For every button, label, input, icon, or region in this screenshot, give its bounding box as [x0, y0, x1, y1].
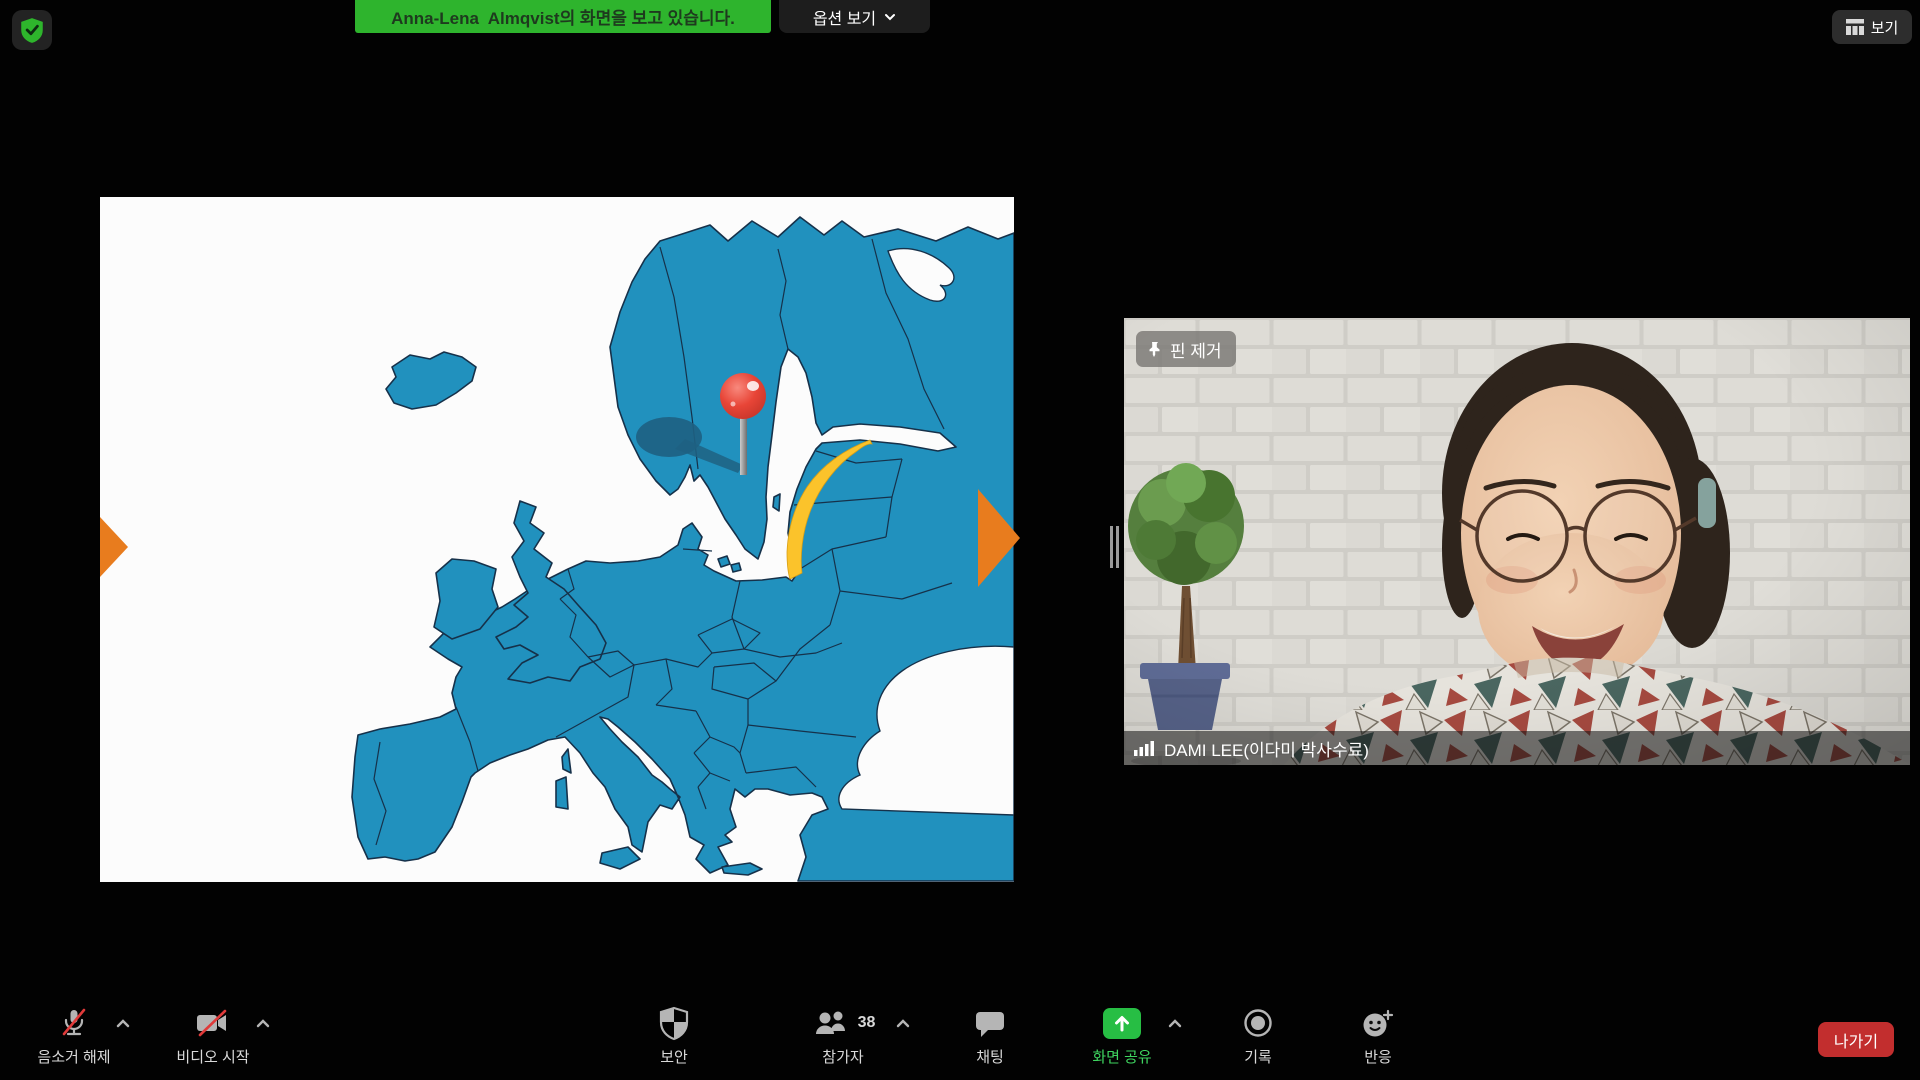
record-label: 기록	[1244, 1046, 1272, 1067]
chat-button[interactable]: 채팅	[930, 1002, 1050, 1074]
mute-options-caret-icon[interactable]	[116, 1018, 130, 1028]
start-video-button[interactable]: 비디오 시작	[148, 1002, 278, 1074]
start-video-label: 비디오 시작	[176, 1046, 249, 1067]
security-button[interactable]: 보안	[614, 1002, 734, 1074]
remove-pin-label: 핀 제거	[1170, 337, 1222, 362]
share-screen-label: 화면 공유	[1092, 1046, 1151, 1067]
panel-resize-handle[interactable]	[1110, 526, 1120, 568]
chat-label: 채팅	[976, 1046, 1004, 1067]
shield-check-icon	[18, 16, 46, 44]
microphone-muted-icon	[56, 1005, 92, 1041]
share-screen-icon	[1103, 1008, 1141, 1039]
screen-share-banner-text: Anna-Lena Almqvist의 화면을 보고 있습니다.	[391, 4, 735, 29]
leave-meeting-label: 나가기	[1834, 1028, 1878, 1052]
remove-pin-badge[interactable]: 핀 제거	[1136, 331, 1236, 367]
slide-next-arrow-icon	[978, 489, 1020, 587]
participants-label: 참가자	[822, 1046, 863, 1067]
gallery-grid-icon	[1846, 19, 1864, 35]
participants-caret-icon[interactable]	[896, 1018, 910, 1028]
participant-name-bar: DAMI LEE(이다미 박사수료)	[1124, 731, 1910, 765]
view-options-button[interactable]: 옵션 보기	[779, 0, 930, 33]
signal-strength-icon	[1134, 740, 1156, 756]
view-options-label: 옵션 보기	[813, 5, 876, 29]
view-layout-label: 보기	[1871, 17, 1899, 38]
video-options-caret-icon[interactable]	[256, 1018, 270, 1028]
pinned-participant-video[interactable]: 핀 제거 DAMI LEE(이다미 박사수료)	[1124, 318, 1910, 765]
mute-button[interactable]: 음소거 해제	[10, 1002, 138, 1074]
video-vignette	[1124, 318, 1910, 765]
screen-share-banner: Anna-Lena Almqvist의 화면을 보고 있습니다.	[355, 0, 771, 33]
mute-label: 음소거 해제	[37, 1046, 110, 1067]
reactions-button[interactable]: 반응	[1318, 1002, 1438, 1074]
participants-button[interactable]: 38 참가자	[768, 1002, 918, 1074]
participants-icon	[811, 1007, 851, 1039]
shared-screen-slide	[100, 197, 1014, 882]
camera-off-icon	[193, 1005, 233, 1041]
reactions-label: 반응	[1364, 1046, 1392, 1067]
leave-meeting-button[interactable]: 나가기	[1818, 1022, 1894, 1057]
chat-bubble-icon	[973, 1007, 1007, 1039]
record-icon	[1241, 1006, 1275, 1040]
reactions-smiley-icon	[1360, 1006, 1396, 1040]
view-layout-button[interactable]: 보기	[1832, 10, 1912, 44]
share-screen-button[interactable]: 화면 공유	[1054, 1002, 1190, 1074]
participant-video-content	[1124, 318, 1910, 765]
security-shield-icon	[657, 1005, 691, 1041]
europe-map	[100, 197, 1014, 882]
participant-name: DAMI LEE(이다미 박사수료)	[1164, 736, 1369, 761]
share-options-caret-icon[interactable]	[1168, 1018, 1182, 1028]
record-button[interactable]: 기록	[1198, 1002, 1318, 1074]
participants-count: 38	[858, 1014, 876, 1032]
chevron-down-icon	[884, 13, 896, 21]
security-label: 보안	[660, 1046, 688, 1067]
pushpin-icon	[1146, 341, 1162, 357]
slide-prev-arrow-icon	[100, 517, 128, 577]
encryption-badge[interactable]	[12, 10, 52, 50]
